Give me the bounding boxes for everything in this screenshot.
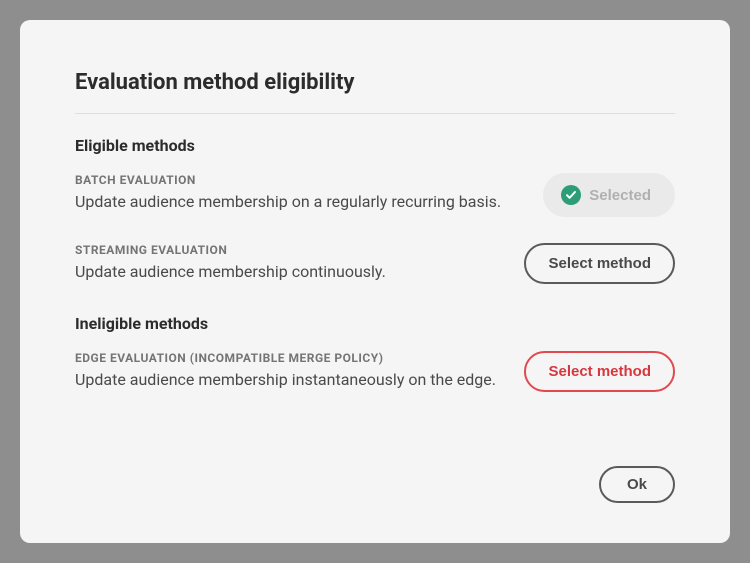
method-info: EDGE EVALUATION (INCOMPATIBLE MERGE POLI… bbox=[75, 351, 524, 391]
divider bbox=[75, 113, 675, 114]
evaluation-method-modal: Evaluation method eligibility Eligible m… bbox=[20, 20, 730, 543]
ok-button-label: Ok bbox=[627, 476, 647, 493]
method-info: STREAMING EVALUATION Update audience mem… bbox=[75, 243, 524, 283]
method-info: BATCH EVALUATION Update audience members… bbox=[75, 173, 543, 213]
ineligible-methods-section: Ineligible methods EDGE EVALUATION (INCO… bbox=[75, 314, 675, 418]
method-label: BATCH EVALUATION bbox=[75, 173, 523, 187]
eligible-methods-section: Eligible methods BATCH EVALUATION Update… bbox=[75, 136, 675, 310]
select-method-button-label: Select method bbox=[548, 363, 651, 380]
method-label: EDGE EVALUATION (INCOMPATIBLE MERGE POLI… bbox=[75, 351, 504, 365]
check-icon bbox=[561, 185, 581, 205]
method-row-streaming: STREAMING EVALUATION Update audience mem… bbox=[75, 243, 675, 284]
select-method-button-label: Select method bbox=[548, 255, 651, 272]
selected-button: Selected bbox=[543, 173, 675, 217]
method-description: Update audience membership instantaneous… bbox=[75, 369, 504, 391]
method-description: Update audience membership continuously. bbox=[75, 261, 504, 283]
select-method-button-ineligible[interactable]: Select method bbox=[524, 351, 675, 392]
method-description: Update audience membership on a regularl… bbox=[75, 191, 523, 213]
eligible-heading: Eligible methods bbox=[75, 136, 675, 155]
modal-title: Evaluation method eligibility bbox=[75, 70, 675, 95]
ok-button[interactable]: Ok bbox=[599, 466, 675, 503]
method-row-edge: EDGE EVALUATION (INCOMPATIBLE MERGE POLI… bbox=[75, 351, 675, 392]
method-row-batch: BATCH EVALUATION Update audience members… bbox=[75, 173, 675, 217]
ineligible-heading: Ineligible methods bbox=[75, 314, 675, 333]
select-method-button[interactable]: Select method bbox=[524, 243, 675, 284]
selected-button-label: Selected bbox=[589, 187, 651, 204]
modal-footer: Ok bbox=[75, 466, 675, 503]
method-label: STREAMING EVALUATION bbox=[75, 243, 504, 257]
